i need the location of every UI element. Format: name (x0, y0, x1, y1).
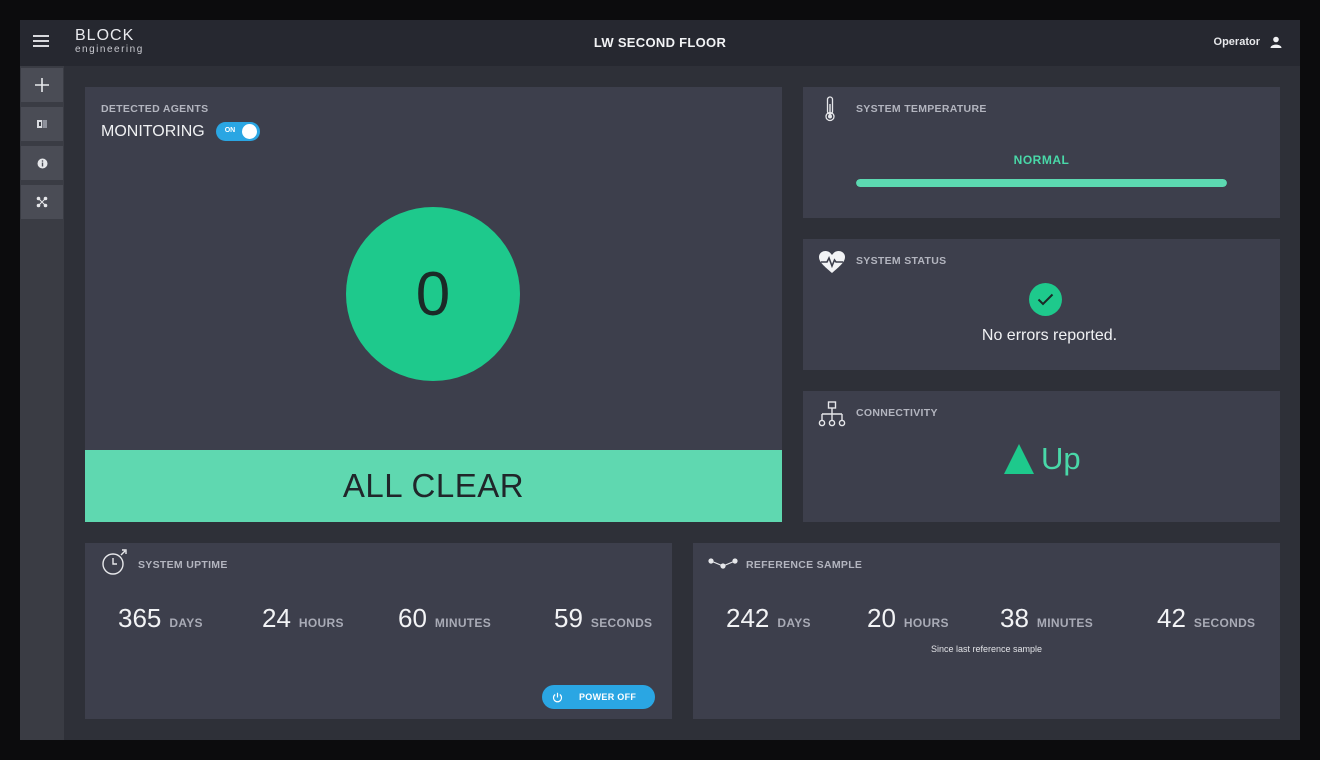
status-message: No errors reported. (981, 327, 1118, 344)
sample-link-icon (708, 558, 738, 569)
reference-minutes-label: MINUTES (1036, 616, 1094, 630)
temperature-state: NORMAL (1013, 153, 1070, 167)
connectivity-heading: CONNECTIVITY (856, 407, 938, 419)
uptime-minutes: 60 MINUTES (398, 603, 491, 634)
system-status-card: SYSTEM STATUS No errors reported. (803, 239, 1280, 370)
reference-sample-heading: REFERENCE SAMPLE (746, 559, 863, 571)
reference-minutes: 38 MINUTES (1000, 603, 1093, 634)
uptime-hours: 24 HOURS (262, 603, 344, 634)
uptime-seconds: 59 SECONDS (554, 603, 652, 634)
reference-minutes-value: 38 (1000, 603, 1029, 633)
uptime-seconds-label: SECONDS (590, 616, 653, 630)
toggle-on-label: ON (224, 127, 236, 134)
uptime-minutes-label: MINUTES (434, 616, 492, 630)
reference-days-label: DAYS (777, 616, 811, 630)
reference-hours: 20 HOURS (867, 603, 949, 634)
uptime-days: 365 DAYS (118, 603, 203, 634)
reference-seconds-label: SECONDS (1193, 616, 1256, 630)
system-uptime-heading: SYSTEM UPTIME (138, 559, 228, 571)
flag-icon (37, 119, 47, 128)
app-window: BLOCK engineering LW SECOND FLOOR Operat… (20, 20, 1300, 740)
system-status-heading: SYSTEM STATUS (856, 255, 947, 267)
up-triangle-icon (1004, 444, 1034, 474)
reference-seconds-value: 42 (1157, 603, 1186, 633)
temperature-bar (856, 179, 1227, 187)
connectivity-state: Up (1003, 441, 1081, 477)
sidebar (20, 66, 64, 740)
status-check-badge (1029, 283, 1062, 316)
network-nodes-icon (36, 196, 48, 208)
system-temperature-card: SYSTEM TEMPERATURE NORMAL (803, 87, 1280, 218)
system-temperature-heading: SYSTEM TEMPERATURE (856, 103, 987, 115)
network-tree-icon (818, 401, 846, 427)
uptime-days-value: 365 (118, 603, 162, 633)
monitoring-toggle[interactable]: ON (215, 122, 260, 141)
sidebar-info-button[interactable] (21, 146, 63, 180)
uptime-minutes-value: 60 (398, 603, 427, 633)
power-icon (552, 692, 563, 702)
all-clear-banner: ALL CLEAR (85, 450, 782, 522)
heart-pulse-icon (819, 251, 845, 273)
monitoring-row: MONITORING ON (101, 122, 260, 141)
user-name: Operator (1213, 36, 1260, 48)
user-menu[interactable]: Operator (1214, 36, 1282, 48)
agent-count-circle: 0 (346, 207, 520, 381)
connectivity-card: CONNECTIVITY Up (803, 391, 1280, 522)
uptime-hours-value: 24 (262, 603, 291, 633)
stopwatch-icon (102, 549, 127, 575)
detected-agents-card: DETECTED AGENTS MONITORING ON 0 ALL CLEA… (85, 87, 782, 522)
checkmark-icon (1037, 293, 1054, 306)
top-bar: BLOCK engineering LW SECOND FLOOR Operat… (20, 20, 1300, 66)
reference-since-text: Since last reference sample (930, 644, 1043, 654)
reference-hours-value: 20 (867, 603, 896, 633)
power-off-label: POWER OFF (579, 692, 637, 702)
reference-hours-label: HOURS (903, 616, 949, 630)
sidebar-flag-button[interactable] (21, 107, 63, 141)
person-icon (1270, 36, 1282, 48)
reference-seconds: 42 SECONDS (1157, 603, 1255, 634)
monitoring-label: MONITORING (101, 122, 205, 140)
uptime-hours-label: HOURS (298, 616, 344, 630)
uptime-days-label: DAYS (169, 616, 203, 630)
temperature-bar-fill (856, 179, 1227, 187)
thermometer-icon (825, 96, 835, 122)
uptime-seconds-value: 59 (554, 603, 583, 633)
reference-sample-card: REFERENCE SAMPLE 242 DAYS 20 HOURS 38 MI… (693, 543, 1280, 719)
info-icon (37, 158, 47, 168)
reference-days-value: 242 (726, 603, 770, 633)
detected-agents-heading: DETECTED AGENTS (101, 103, 209, 115)
system-uptime-card: SYSTEM UPTIME 365 DAYS 24 HOURS 60 MINUT… (85, 543, 672, 719)
toggle-knob (241, 124, 257, 139)
page-title: LW SECOND FLOOR (593, 35, 727, 50)
reference-days: 242 DAYS (726, 603, 811, 634)
plus-icon (35, 78, 49, 92)
power-off-button[interactable]: POWER OFF (542, 685, 655, 709)
sidebar-network-button[interactable] (21, 185, 63, 219)
sidebar-add-button[interactable] (21, 68, 63, 102)
connectivity-state-text: Up (1041, 441, 1081, 476)
